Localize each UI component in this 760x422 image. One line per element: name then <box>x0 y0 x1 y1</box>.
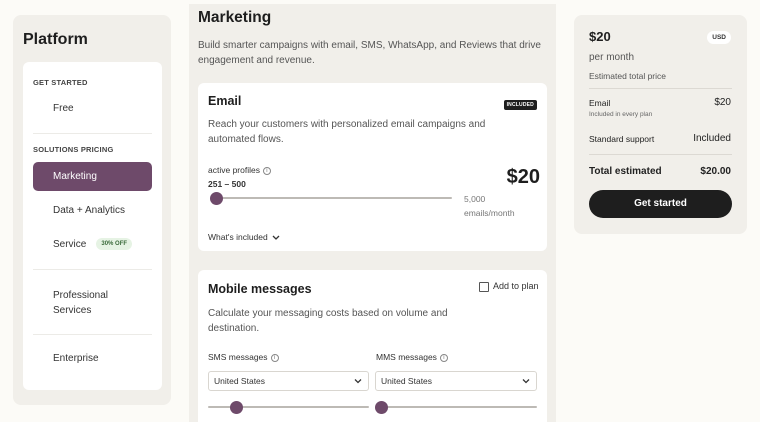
price-summary: $20 USD per month Estimated total price … <box>574 15 747 234</box>
divider <box>33 133 152 134</box>
page-description: Build smarter campaigns with email, SMS,… <box>198 40 541 66</box>
sidebar-item-enterprise[interactable]: Enterprise <box>33 352 152 366</box>
info-icon[interactable]: i <box>262 166 271 175</box>
divider <box>589 154 732 155</box>
profiles-value: 251 – 500 <box>208 179 246 189</box>
add-to-plan-label[interactable]: Add to plan <box>493 281 539 291</box>
summary-estimated-label: Estimated total price <box>589 71 667 81</box>
profiles-slider-track[interactable] <box>210 197 452 199</box>
sms-country-value: United States <box>214 376 266 386</box>
add-to-plan-checkbox[interactable] <box>479 282 489 292</box>
summary-support-value: Included <box>693 133 731 144</box>
email-description: Reach your customers with personalized e… <box>208 119 486 145</box>
mms-label: MMS messages i <box>376 352 448 362</box>
profiles-slider-handle[interactable] <box>210 192 223 205</box>
sidebar-nav: GET STARTED Free SOLUTIONS PRICING Marke… <box>23 62 162 390</box>
summary-support-label: Standard support <box>589 134 655 144</box>
sidebar-title: Platform <box>23 31 88 48</box>
mms-country-select[interactable]: United States <box>375 371 537 391</box>
summary-email-price: $20 <box>714 97 731 108</box>
summary-total-label: Total estimated <box>589 166 662 177</box>
sms-label-text: SMS messages <box>208 352 268 362</box>
summary-email-note: Included in every plan <box>589 111 653 118</box>
sidebar-item-free[interactable]: Free <box>33 102 152 116</box>
email-title: Email <box>208 94 242 108</box>
info-icon[interactable]: i <box>270 353 279 362</box>
summary-price: $20 <box>589 29 611 44</box>
section-label-get-started: GET STARTED <box>33 78 88 87</box>
platform-sidebar: Platform GET STARTED Free SOLUTIONS PRIC… <box>13 15 171 405</box>
included-badge: INCLUDED <box>503 100 537 110</box>
chevron-down-icon <box>272 235 280 240</box>
mobile-messages-card: Mobile messages Add to plan Calculate yo… <box>198 270 547 422</box>
email-card: Email INCLUDED Reach your customers with… <box>198 83 547 251</box>
sidebar-item-marketing[interactable]: Marketing <box>33 162 152 191</box>
emails-count: 5,000 <box>464 194 486 204</box>
discount-badge: 30% OFF <box>96 238 133 251</box>
chevron-down-icon <box>354 379 362 384</box>
summary-period: per month <box>589 52 635 63</box>
sidebar-item-professional-services[interactable]: Professional Services <box>33 288 152 318</box>
marketing-panel: Marketing Build smarter campaigns with e… <box>189 4 556 422</box>
email-price: $20 <box>506 166 540 188</box>
get-started-button[interactable]: Get started <box>589 190 732 218</box>
profiles-label-text: active profiles <box>208 165 260 175</box>
divider <box>33 269 152 270</box>
sms-country-select[interactable]: United States <box>208 371 369 391</box>
mms-country-value: United States <box>381 376 433 386</box>
info-icon[interactable]: i <box>439 353 448 362</box>
mms-slider-track[interactable] <box>375 406 537 408</box>
sms-slider-handle[interactable] <box>230 401 244 414</box>
currency-badge: USD <box>707 31 731 44</box>
sms-label: SMS messages i <box>208 352 279 362</box>
mms-label-text: MMS messages <box>376 352 437 362</box>
chevron-down-icon <box>522 379 530 384</box>
summary-total-value: $20.00 <box>700 166 731 177</box>
summary-email-label: Email <box>589 98 611 108</box>
mms-slider-handle[interactable] <box>375 401 388 414</box>
whats-included-toggle[interactable]: What's included <box>208 232 280 242</box>
whats-included-label: What's included <box>208 232 268 242</box>
emails-unit: emails/month <box>464 208 515 218</box>
divider <box>33 334 152 335</box>
mobile-title: Mobile messages <box>208 282 312 296</box>
section-label-solutions: SOLUTIONS PRICING <box>33 145 114 154</box>
mobile-description: Calculate your messaging costs based on … <box>208 308 448 334</box>
page-title: Marketing <box>198 9 272 26</box>
sidebar-item-label: Service <box>53 239 87 250</box>
profiles-label: active profiles i <box>208 165 271 175</box>
divider <box>589 88 732 89</box>
sidebar-item-data-analytics[interactable]: Data + Analytics <box>33 204 152 218</box>
sidebar-item-service[interactable]: Service 30% OFF <box>33 238 152 252</box>
